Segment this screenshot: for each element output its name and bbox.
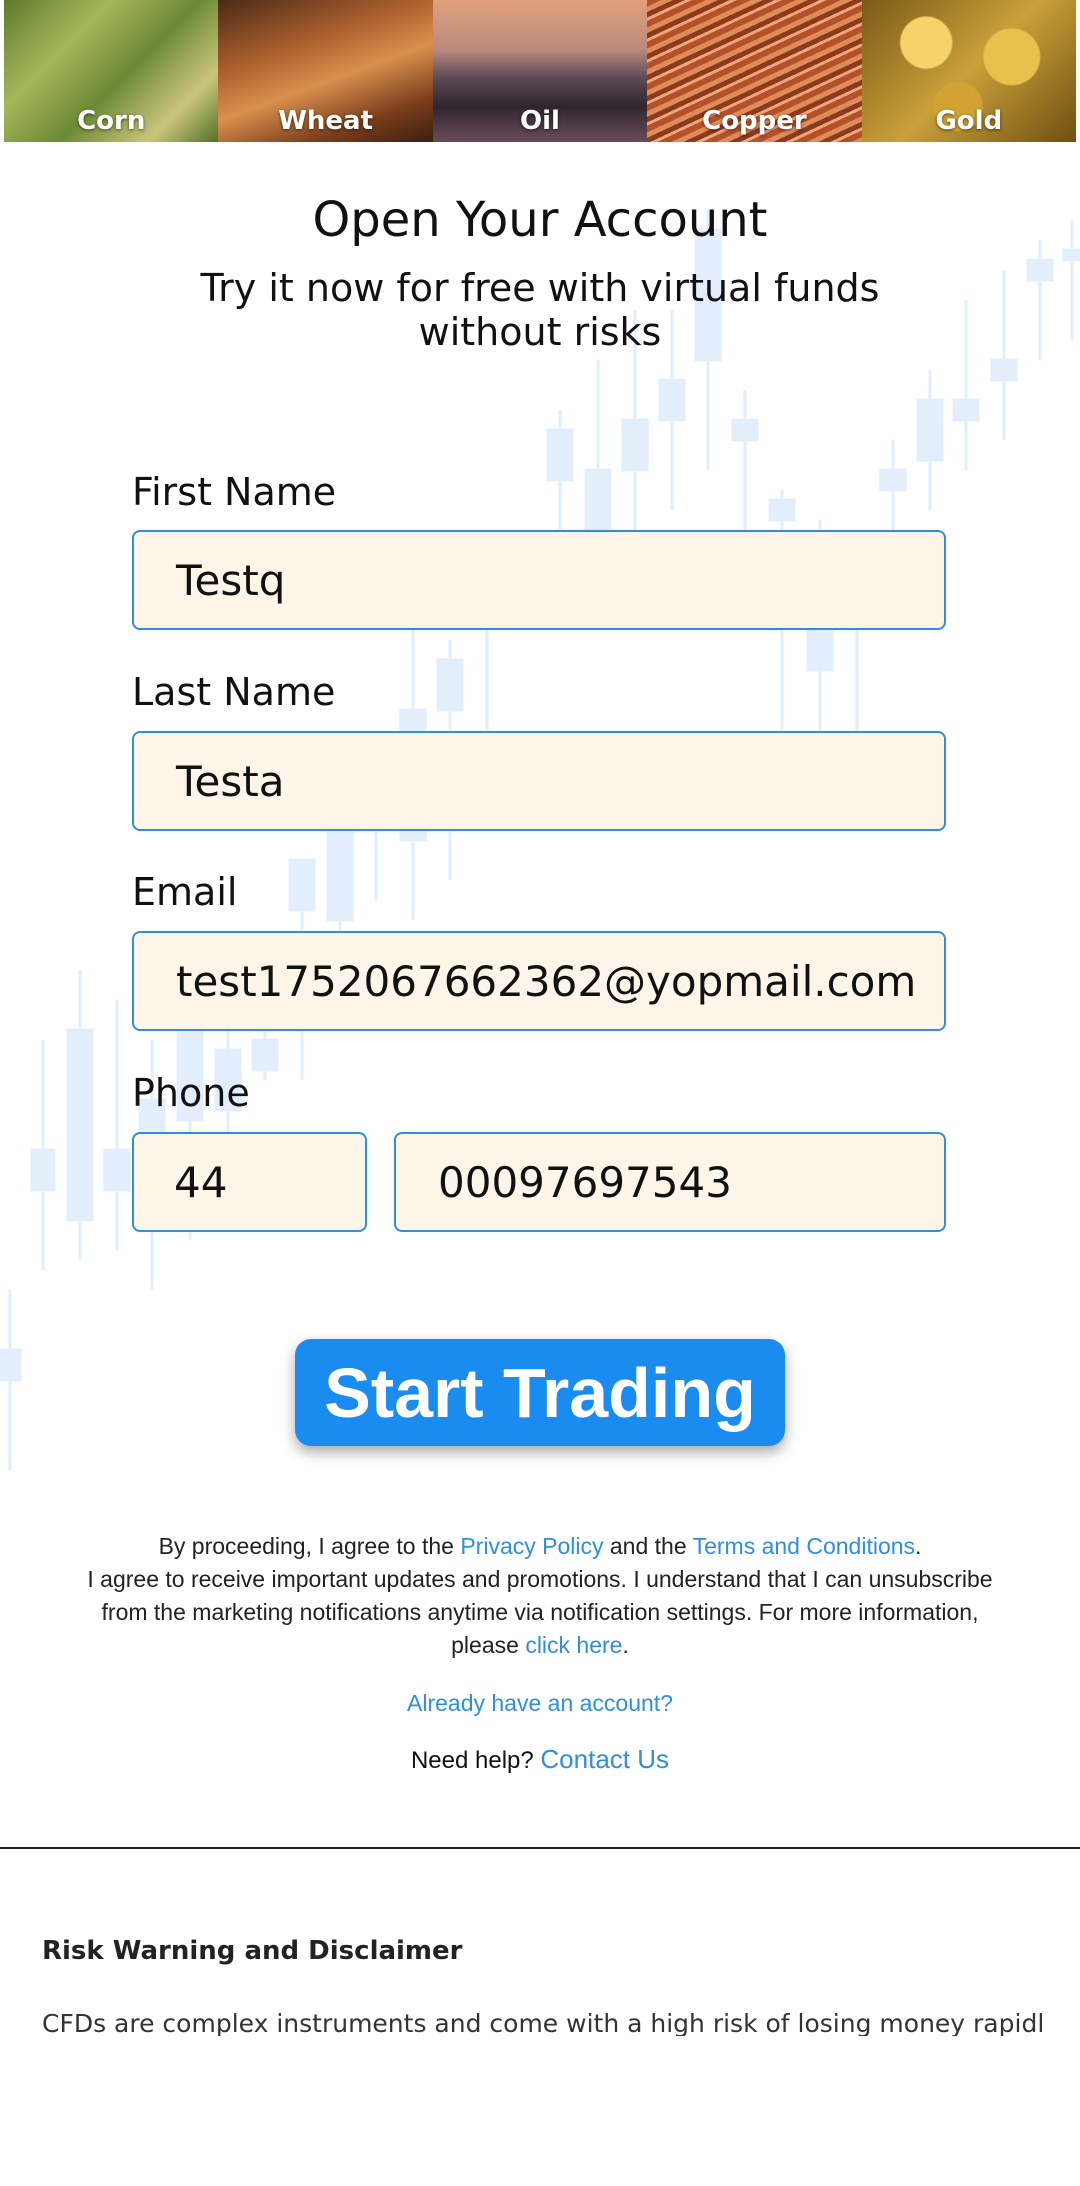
click-here-link[interactable]: click here (525, 1632, 622, 1658)
email-value: test1752067662362@yopmail.com (176, 956, 917, 1006)
wheat-caption: Wheat (278, 106, 373, 136)
subtitle-line-2: without risks (418, 310, 662, 354)
last-name-label: Last Name (132, 670, 336, 714)
page-subtitle: Try it now for free with virtual funds w… (0, 266, 1080, 354)
copper-caption: Copper (702, 106, 807, 136)
phone-code-value: 44 (174, 1157, 228, 1207)
corn-caption: Corn (77, 106, 146, 136)
period-text: . (915, 1533, 922, 1559)
privacy-policy-link[interactable]: Privacy Policy (460, 1533, 603, 1559)
already-have-account-link[interactable]: Already have an account? (0, 1690, 1080, 1717)
need-help: Need help? Contact Us (0, 1744, 1080, 1775)
oil-image: Oil (432, 0, 648, 142)
legal-consent: By proceeding, I agree to the Privacy Po… (80, 1530, 1000, 1662)
wheat-image: Wheat (218, 0, 433, 142)
email-label: Email (132, 870, 238, 914)
first-name-value: Testq (176, 555, 286, 605)
phone-code-input[interactable]: 44 (132, 1132, 367, 1232)
phone-number-value: 00097697543 (438, 1157, 732, 1207)
proceed-text: By proceeding, I agree to the (158, 1533, 461, 1559)
start-trading-button[interactable]: Start Trading (295, 1339, 785, 1446)
phone-label: Phone (132, 1071, 250, 1115)
first-name-input[interactable]: Testq (132, 530, 946, 630)
risk-warning-text: CFDs are complex instruments and come wi… (42, 2009, 1042, 2036)
phone-number-input[interactable]: 00097697543 (394, 1132, 946, 1232)
consent-end-text: . (622, 1632, 629, 1658)
and-the-text: and the (603, 1533, 693, 1559)
last-name-input[interactable]: Testa (132, 731, 946, 831)
page-title: Open Your Account (312, 192, 768, 248)
need-help-text: Need help? (410, 1747, 541, 1774)
subtitle-line-1: Try it now for free with virtual funds (200, 266, 880, 310)
section-divider (0, 1847, 1080, 1849)
commodity-banner: Corn Wheat Oil Copper Gold (4, 0, 1077, 142)
corn-image: Corn (4, 0, 219, 142)
gold-image: Gold (861, 0, 1077, 142)
copper-image: Copper (647, 0, 862, 142)
gold-caption: Gold (935, 106, 1003, 136)
email-input[interactable]: test1752067662362@yopmail.com (132, 931, 946, 1031)
first-name-label: First Name (132, 470, 337, 514)
last-name-value: Testa (176, 756, 285, 806)
contact-us-link[interactable]: Contact Us (540, 1744, 669, 1774)
terms-conditions-link[interactable]: Terms and Conditions (693, 1533, 915, 1559)
risk-warning-title: Risk Warning and Disclaimer (42, 1936, 463, 1966)
oil-caption: Oil (520, 106, 560, 136)
